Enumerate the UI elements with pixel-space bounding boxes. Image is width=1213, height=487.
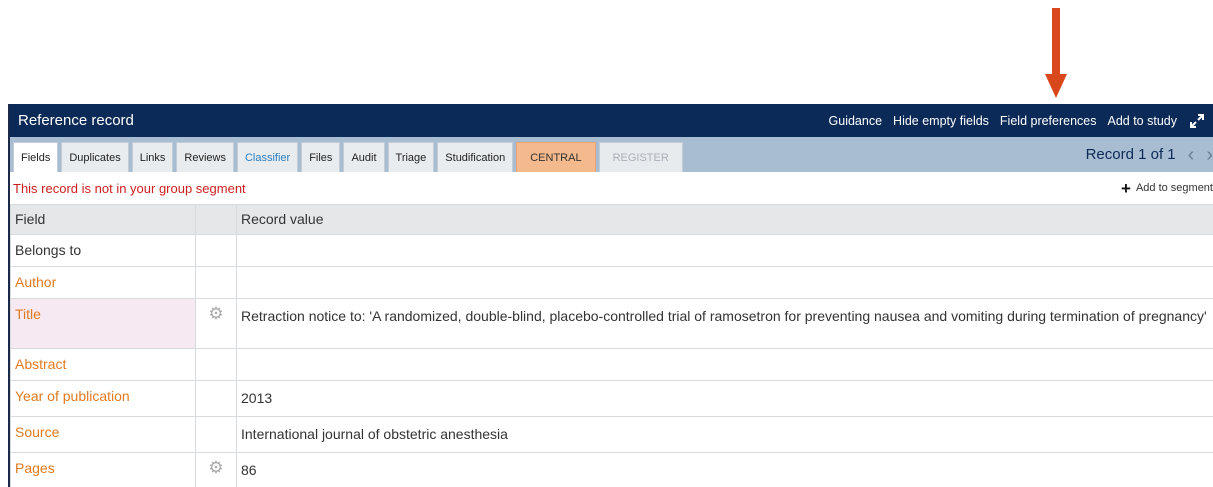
tab-links[interactable]: Links	[131, 142, 174, 172]
panel-title: Reference record	[18, 112, 134, 129]
field-value	[236, 234, 1213, 267]
tab-reviews[interactable]: Reviews	[176, 142, 234, 172]
panel-header: Reference record Guidance Hide empty fie…	[10, 104, 1213, 137]
field-icon-cell	[195, 348, 237, 381]
field-icon-cell	[195, 234, 237, 267]
tab-register[interactable]: REGISTER	[598, 142, 683, 172]
add-to-study-link[interactable]: Add to study	[1108, 114, 1178, 128]
add-to-segment-label: Add to segment	[1135, 182, 1213, 194]
header-actions: Guidance Hide empty fields Field prefere…	[818, 113, 1205, 129]
tab-triage[interactable]: Triage	[387, 142, 435, 172]
tab-audit[interactable]: Audit	[343, 142, 385, 172]
field-value: 86	[236, 452, 1213, 487]
field-value: International journal of obstetric anest…	[236, 416, 1213, 453]
field-name: Source	[10, 416, 196, 453]
tab-fields[interactable]: Fields	[13, 142, 59, 172]
segment-warning: This record is not in your group segment	[13, 180, 246, 196]
record-navigator: Record 1 of 1 ‹ ›	[1086, 137, 1213, 172]
header-record-value: Record value	[236, 204, 1213, 235]
field-value: 2013	[236, 380, 1213, 417]
expand-icon[interactable]	[1189, 113, 1205, 129]
field-value	[236, 348, 1213, 381]
field-icon-cell	[195, 266, 237, 299]
add-to-segment-button[interactable]: + Add to segment	[1121, 180, 1213, 197]
field-name: Pages	[10, 452, 196, 487]
header-field: Field	[10, 204, 196, 235]
table-row: Source International journal of obstetri…	[10, 416, 1213, 453]
reference-record-panel: Reference record Guidance Hide empty fie…	[8, 104, 1213, 487]
field-name: Abstract	[10, 348, 196, 381]
segment-bar: This record is not in your group segment…	[10, 172, 1213, 204]
tab-files[interactable]: Files	[301, 142, 341, 172]
previous-record-button[interactable]: ‹	[1188, 145, 1195, 165]
record-counter: Record 1 of 1	[1085, 146, 1176, 163]
tab-classifier[interactable]: Classifier	[236, 142, 299, 172]
table-row: Abstract	[10, 348, 1213, 381]
down-arrow-annotation	[1045, 8, 1067, 98]
header-icon	[195, 204, 237, 235]
next-record-button[interactable]: ›	[1206, 145, 1213, 165]
field-name: Author	[10, 266, 196, 299]
tab-studification[interactable]: Studification	[437, 142, 514, 172]
field-value: Retraction notice to: 'A randomized, dou…	[236, 298, 1213, 349]
field-name: Year of publication	[10, 380, 196, 417]
fields-table: Field Record value Belongs to Author Tit…	[10, 204, 1213, 487]
gear-icon[interactable]: ⚙	[208, 459, 223, 476]
table-header-row: Field Record value	[10, 204, 1213, 235]
table-row: Author	[10, 266, 1213, 299]
guidance-link[interactable]: Guidance	[829, 114, 883, 128]
table-row: Title ⚙ Retraction notice to: 'A randomi…	[10, 298, 1213, 349]
field-preferences-link[interactable]: Field preferences	[1000, 114, 1097, 128]
gear-icon[interactable]: ⚙	[208, 305, 223, 322]
table-row: Pages ⚙ 86	[10, 452, 1213, 487]
field-icon-cell: ⚙	[195, 298, 237, 349]
field-value	[236, 266, 1213, 299]
plus-icon: +	[1121, 178, 1131, 198]
record-tabs: Fields Duplicates Links Reviews Classifi…	[10, 137, 1213, 172]
hide-empty-fields-link[interactable]: Hide empty fields	[893, 114, 989, 128]
tab-duplicates[interactable]: Duplicates	[61, 142, 129, 172]
field-icon-cell	[195, 380, 237, 417]
field-icon-cell	[195, 416, 237, 453]
table-row: Belongs to	[10, 234, 1213, 267]
table-row: Year of publication 2013	[10, 380, 1213, 417]
field-icon-cell: ⚙	[195, 452, 237, 487]
field-name: Belongs to	[10, 234, 196, 267]
field-name: Title	[10, 298, 196, 349]
tab-central[interactable]: CENTRAL	[516, 142, 596, 172]
